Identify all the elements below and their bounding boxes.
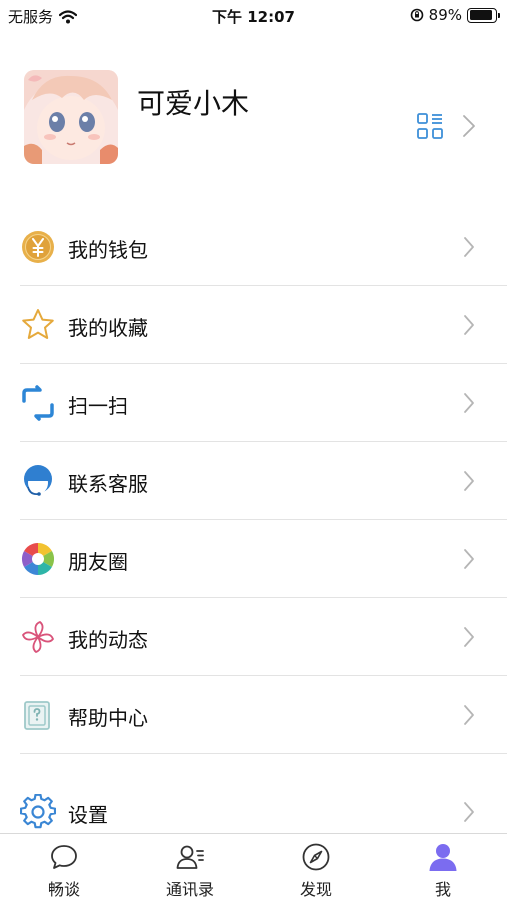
chevron-right-icon	[463, 115, 475, 137]
chevron-right-icon	[464, 393, 474, 413]
chevron-right-icon	[464, 237, 474, 257]
bottom-tab-bar: 畅谈 通讯录 发现 我	[0, 833, 507, 900]
menu-label: 联系客服	[68, 472, 148, 496]
profile-header[interactable]: 可爱小木	[0, 40, 507, 190]
menu-label: 帮助中心	[68, 706, 148, 730]
chevron-right-icon	[464, 705, 474, 725]
menu-label: 我的收藏	[68, 316, 148, 340]
chevron-right-icon	[464, 315, 474, 335]
avatar-image	[24, 70, 118, 164]
person-icon	[429, 844, 457, 871]
status-right: 89%	[410, 6, 500, 24]
pinwheel-icon	[22, 621, 54, 653]
chevron-right-icon	[464, 471, 474, 491]
battery-icon	[467, 7, 500, 23]
tab-label: 畅谈	[47, 880, 80, 899]
menu-label: 我的钱包	[68, 238, 148, 262]
tab-chat[interactable]: 畅谈	[1, 834, 127, 900]
tab-label: 我	[434, 880, 451, 899]
chat-bubble-icon	[51, 845, 77, 869]
tab-label: 发现	[299, 880, 332, 899]
tab-me[interactable]: 我	[380, 834, 506, 900]
profile-name: 可爱小木	[137, 87, 250, 120]
status-bar: 无服务 下午 12:07 89%	[0, 0, 507, 30]
chevron-right-icon	[464, 802, 474, 822]
scan-icon	[22, 385, 54, 421]
moments-aperture-icon	[21, 542, 55, 576]
wallet-yen-icon	[22, 231, 54, 263]
customer-service-icon	[24, 465, 52, 496]
divider	[20, 753, 507, 754]
menu-item-help-center[interactable]: 帮助中心	[0, 676, 507, 754]
menu-item-my-posts[interactable]: 我的动态	[0, 598, 507, 676]
avatar[interactable]	[24, 70, 118, 164]
battery-level-fill	[469, 10, 492, 20]
compass-icon	[302, 843, 330, 871]
gear-icon	[20, 794, 56, 829]
battery-percent: 89%	[428, 6, 462, 24]
contacts-icon	[176, 845, 204, 869]
tab-label: 通讯录	[165, 880, 214, 899]
tab-discover[interactable]: 发现	[253, 834, 379, 900]
menu-label: 我的动态	[68, 628, 148, 652]
menu-item-favorites[interactable]: 我的收藏	[0, 286, 507, 364]
menu-item-customer-service[interactable]: 联系客服	[0, 442, 507, 520]
menu-item-moments[interactable]: 朋友圈	[0, 520, 507, 598]
star-icon	[22, 309, 54, 339]
menu-item-scan[interactable]: 扫一扫	[0, 364, 507, 442]
menu-label: 扫一扫	[68, 394, 128, 418]
menu-item-wallet[interactable]: 我的钱包	[0, 208, 507, 286]
menu-label: 朋友圈	[68, 550, 128, 574]
tab-contacts[interactable]: 通讯录	[127, 834, 253, 900]
chevron-right-icon	[464, 549, 474, 569]
chevron-right-icon	[464, 627, 474, 647]
qr-code-icon[interactable]	[416, 112, 444, 140]
help-center-icon	[24, 701, 50, 730]
menu-label: 设置	[68, 803, 108, 827]
orientation-lock-icon	[410, 8, 423, 22]
